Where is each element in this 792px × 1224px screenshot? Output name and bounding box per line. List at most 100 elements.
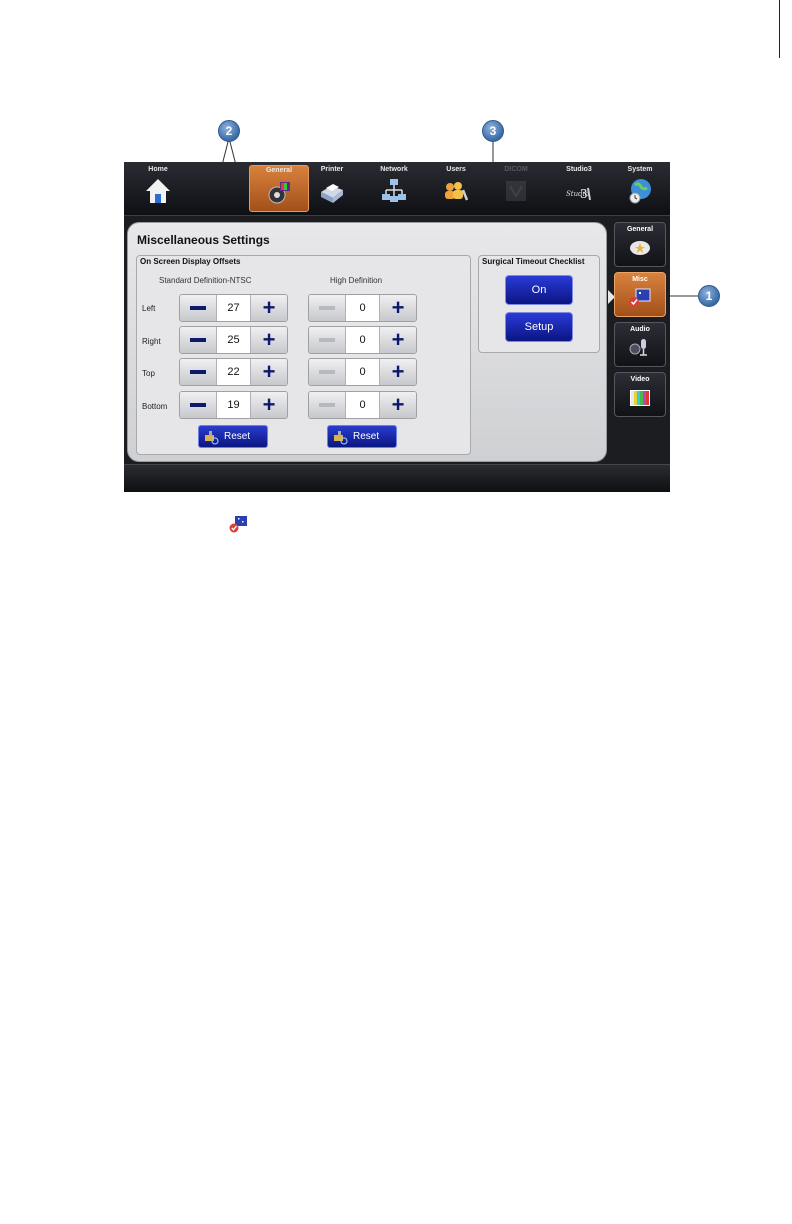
plus-icon: + <box>262 392 276 417</box>
sd-right-stepper: 25 + <box>179 326 288 354</box>
sidetab-audio-label: Audio <box>630 326 650 333</box>
minus-icon <box>319 306 335 310</box>
nav-general-label: General <box>265 167 293 174</box>
plus-icon: + <box>262 295 276 320</box>
hd-left-stepper: 0 + <box>308 294 417 322</box>
nav-users[interactable]: Users <box>426 165 486 211</box>
sidetab-video[interactable]: Video <box>614 372 666 417</box>
sd-bottom-decrement-button[interactable] <box>180 392 216 418</box>
hd-right-value: 0 <box>345 327 380 353</box>
sd-right-decrement-button[interactable] <box>180 327 216 353</box>
hd-top-value: 0 <box>345 359 380 385</box>
plus-icon: + <box>391 327 405 352</box>
callout-2: 2 <box>218 120 240 142</box>
surgical-setup-button[interactable]: Setup <box>505 312 573 342</box>
hd-right-increment-button[interactable]: + <box>380 327 416 353</box>
hd-bottom-increment-button[interactable]: + <box>380 392 416 418</box>
home-icon <box>146 179 170 203</box>
hd-reset-label: Reset <box>353 431 380 442</box>
osd-offsets-group: On Screen Display Offsets Standard Defin… <box>136 255 471 455</box>
system-globe-icon <box>629 179 651 204</box>
plus-icon: + <box>391 295 405 320</box>
hd-left-increment-button[interactable]: + <box>380 295 416 321</box>
row-label-right: Right <box>142 337 161 346</box>
sd-left-increment-button[interactable]: + <box>251 295 287 321</box>
hd-top-stepper: 0 + <box>308 358 417 386</box>
sidetab-misc-label: Misc <box>632 276 648 283</box>
callout-2-label: 2 <box>225 124 233 138</box>
surgical-on-button[interactable]: On <box>505 275 573 305</box>
sd-reset-button[interactable]: Reset <box>198 425 268 448</box>
row-label-top: Top <box>142 369 155 378</box>
sidetab-general-label: General <box>626 226 654 233</box>
nav-home[interactable]: Home <box>128 165 188 211</box>
hd-column-header: High Definition <box>330 276 383 285</box>
hd-bottom-decrement-button <box>309 392 345 418</box>
nav-general[interactable]: General <box>249 165 309 212</box>
nav-system[interactable]: System <box>610 165 670 211</box>
minus-icon <box>190 338 206 342</box>
hd-reset-button[interactable]: Reset <box>327 425 397 448</box>
sd-top-decrement-button[interactable] <box>180 359 216 385</box>
general-star-icon <box>630 241 650 255</box>
minus-icon <box>319 403 335 407</box>
sidetab-audio[interactable]: Audio <box>614 322 666 367</box>
osd-offsets-title: On Screen Display Offsets <box>140 257 241 266</box>
nav-printer-label: Printer <box>320 166 344 173</box>
sd-top-value: 22 <box>216 359 251 385</box>
sd-bottom-value: 19 <box>216 392 251 418</box>
nav-network-label: Network <box>380 166 408 173</box>
sidetab-general[interactable]: General <box>614 222 666 267</box>
minus-icon <box>190 306 206 310</box>
device-screen: Home General Printer Network Users DICOM… <box>124 162 670 492</box>
sd-left-decrement-button[interactable] <box>180 295 216 321</box>
general-settings-icon <box>268 182 290 204</box>
nav-network[interactable]: Network <box>364 165 424 211</box>
printer-icon <box>321 184 343 203</box>
plus-icon: + <box>262 359 276 384</box>
reset-brush-icon <box>205 430 219 445</box>
hd-right-stepper: 0 + <box>308 326 417 354</box>
callout-1: 1 <box>698 285 720 307</box>
sd-top-stepper: 22 + <box>179 358 288 386</box>
hd-left-decrement-button <box>309 295 345 321</box>
misc-checklist-icon <box>229 516 247 533</box>
hd-bottom-value: 0 <box>345 392 380 418</box>
callout-1-label: 1 <box>705 289 713 303</box>
plus-icon: + <box>262 327 276 352</box>
bottom-status-bar <box>124 464 670 492</box>
sd-right-increment-button[interactable]: + <box>251 327 287 353</box>
minus-icon <box>190 370 206 374</box>
nav-users-label: Users <box>446 166 466 173</box>
nav-printer[interactable]: Printer <box>302 165 362 211</box>
nav-studio3[interactable]: Studio3 Studio 3 <box>549 165 609 211</box>
sd-right-value: 25 <box>216 327 251 353</box>
hd-left-value: 0 <box>345 295 380 321</box>
studio3-icon: Studio 3 <box>566 187 591 201</box>
callout-3-label: 3 <box>489 124 497 138</box>
video-color-bars-icon <box>630 390 650 406</box>
svg-text:3: 3 <box>580 187 588 201</box>
sd-column-header: Standard Definition-NTSC <box>159 276 252 285</box>
misc-settings-panel: Miscellaneous Settings On Screen Display… <box>127 222 607 462</box>
plus-icon: + <box>391 392 405 417</box>
top-navigation: Home General Printer Network Users DICOM… <box>124 162 670 216</box>
sd-reset-label: Reset <box>224 431 251 442</box>
dicom-icon <box>506 181 526 201</box>
surgical-timeout-group: Surgical Timeout Checklist On Setup <box>478 255 600 353</box>
hd-bottom-stepper: 0 + <box>308 391 417 419</box>
nav-studio3-label: Studio3 <box>566 166 592 173</box>
hd-top-increment-button[interactable]: + <box>380 359 416 385</box>
sd-bottom-stepper: 19 + <box>179 391 288 419</box>
hd-right-decrement-button <box>309 327 345 353</box>
minus-icon <box>319 370 335 374</box>
minus-icon <box>319 338 335 342</box>
hd-top-decrement-button <box>309 359 345 385</box>
sidetab-misc[interactable]: Misc <box>614 272 666 317</box>
sd-bottom-increment-button[interactable]: + <box>251 392 287 418</box>
sd-top-increment-button[interactable]: + <box>251 359 287 385</box>
callout-3: 3 <box>482 120 504 142</box>
nav-home-label: Home <box>148 166 168 173</box>
sd-left-value: 27 <box>216 295 251 321</box>
audio-microphone-icon <box>629 339 647 356</box>
